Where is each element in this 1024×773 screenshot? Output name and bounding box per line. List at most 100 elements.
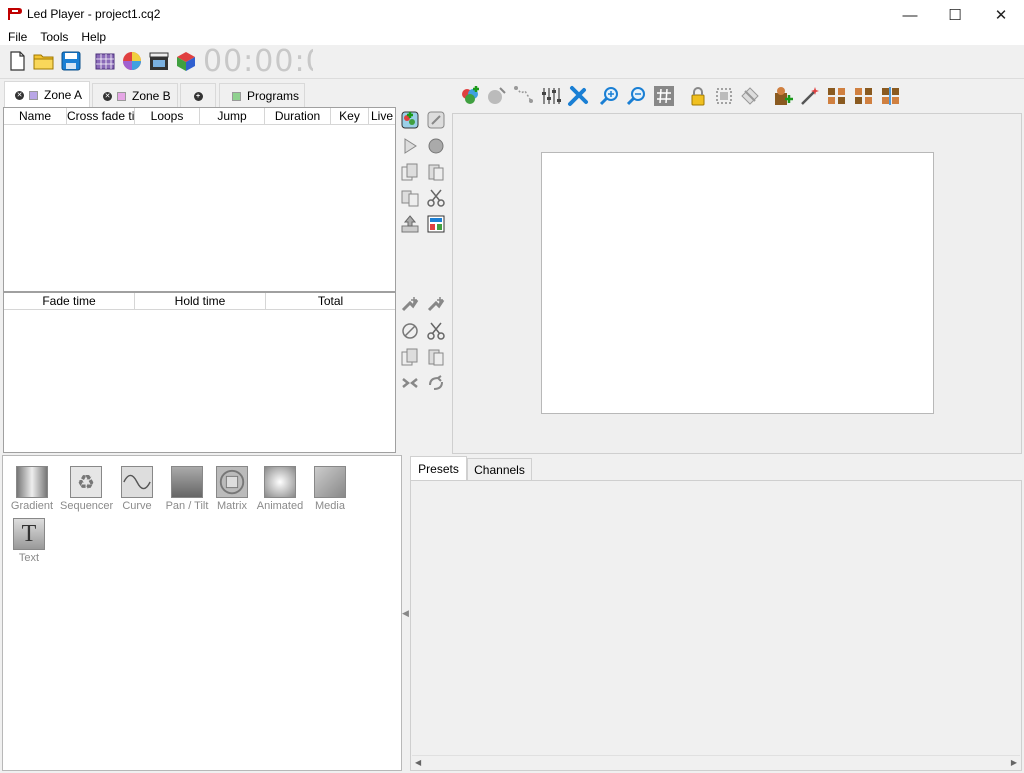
column-header[interactable]: Name <box>4 108 67 124</box>
tab-presets[interactable]: Presets <box>410 456 467 481</box>
effect-text[interactable]: T Text <box>3 518 55 564</box>
tab-label: Zone A <box>44 88 83 102</box>
close-button[interactable]: ✕ <box>978 0 1024 30</box>
column-header[interactable]: Total <box>266 293 395 309</box>
copy-step-icon[interactable] <box>400 347 420 367</box>
new-file-icon[interactable] <box>6 50 28 72</box>
effect-gradient[interactable]: Gradient <box>6 466 58 512</box>
column-header[interactable]: Duration <box>265 108 331 124</box>
preview-canvas[interactable] <box>541 152 934 414</box>
clapperboard-icon[interactable] <box>148 50 170 72</box>
remove-step-icon[interactable] <box>400 321 420 341</box>
plus-icon: + <box>193 91 203 101</box>
text-icon: T <box>13 518 45 550</box>
magic-wand-icon[interactable] <box>799 85 821 107</box>
scroll-left-icon[interactable]: ◀ <box>415 758 421 767</box>
wiring-icon[interactable] <box>513 85 535 107</box>
splitter-handle[interactable]: ◀ <box>402 608 409 618</box>
record-icon[interactable] <box>426 136 446 156</box>
zoom-out-icon[interactable] <box>625 85 647 107</box>
cut-icon[interactable] <box>426 188 446 208</box>
reverse-step-icon[interactable] <box>426 373 446 393</box>
zone-color-swatch <box>117 91 126 101</box>
effect-label: Curve <box>122 500 152 512</box>
column-header[interactable]: Fade time <box>4 293 135 309</box>
add-step-icon[interactable] <box>400 295 420 315</box>
maximize-button[interactable]: ☐ <box>932 0 978 30</box>
column-header[interactable]: Cross fade tim <box>67 108 135 124</box>
tab-close-icon[interactable]: ✕ <box>103 91 112 101</box>
open-folder-icon[interactable] <box>33 50 55 72</box>
play-icon[interactable] <box>400 136 420 156</box>
cut-step-icon[interactable] <box>426 321 446 341</box>
tab-channels[interactable]: Channels <box>467 458 532 480</box>
tab-close-icon[interactable]: ✕ <box>15 90 24 100</box>
effect-animated[interactable]: Animated <box>254 466 306 512</box>
presets-content[interactable] <box>410 480 1022 771</box>
add-fixture-icon[interactable] <box>459 85 481 107</box>
column-header[interactable]: Key <box>331 108 369 124</box>
menu-help[interactable]: Help <box>73 30 111 45</box>
side-actions <box>396 107 452 453</box>
effect-sequencer[interactable]: ♻ Sequencer <box>60 466 113 512</box>
group-icon-2[interactable] <box>853 85 875 107</box>
layout-icon[interactable] <box>426 214 446 234</box>
tab-zone-b[interactable]: ✕ Zone B <box>92 83 178 108</box>
duplicate-icon[interactable] <box>400 188 420 208</box>
edit-sequence-icon[interactable] <box>426 110 446 130</box>
zone-pane: ✕ Zone A ✕ Zone B + Programs Name Cross … <box>0 81 452 453</box>
horizontal-scrollbar[interactable]: ◀ ▶ <box>412 755 1020 770</box>
insert-step-icon[interactable] <box>426 295 446 315</box>
effect-label: Media <box>315 500 345 512</box>
zoom-in-icon[interactable] <box>598 85 620 107</box>
grid-3d-icon[interactable] <box>94 50 116 72</box>
column-header[interactable]: Loops <box>135 108 200 124</box>
grid-icon[interactable] <box>653 85 675 107</box>
effect-media[interactable]: Media <box>304 466 356 512</box>
mixer-icon[interactable] <box>540 85 562 107</box>
color-cube-icon[interactable] <box>175 50 197 72</box>
column-header[interactable]: Jump <box>200 108 265 124</box>
move-step-icon[interactable] <box>400 373 420 393</box>
effect-matrix[interactable]: Matrix <box>206 466 258 512</box>
tab-zone-a[interactable]: ✕ Zone A <box>4 81 90 108</box>
window-title: Led Player - project1.cq2 <box>27 7 161 21</box>
scroll-right-icon[interactable]: ▶ <box>1011 758 1017 767</box>
group-icon-3[interactable] <box>880 85 902 107</box>
add-sequence-icon[interactable] <box>400 110 420 130</box>
color-wheel-icon[interactable] <box>121 50 143 72</box>
effect-label: Text <box>18 552 40 564</box>
playlist-table[interactable]: Name Cross fade tim Loops Jump Duration … <box>3 107 396 292</box>
column-header[interactable]: Live <box>369 108 395 124</box>
group-icon-1[interactable] <box>826 85 848 107</box>
tools-icon[interactable] <box>566 84 590 108</box>
menu-tools[interactable]: Tools <box>32 30 73 45</box>
zone-color-swatch <box>29 90 38 100</box>
effect-label: Matrix <box>217 500 247 512</box>
animated-icon <box>264 466 296 498</box>
effects-panel: Gradient ♻ Sequencer Curve Pan / Tilt Ma… <box>2 455 402 771</box>
playlist-header: Name Cross fade tim Loops Jump Duration … <box>4 108 395 125</box>
export-icon[interactable] <box>400 214 420 234</box>
paste-icon[interactable] <box>426 162 446 182</box>
steps-table[interactable]: Fade time Hold time Total <box>3 292 396 453</box>
add-zone-tab[interactable]: + <box>180 83 216 108</box>
recycle-icon: ♻ <box>70 466 102 498</box>
effect-curve[interactable]: Curve <box>111 466 163 512</box>
add-user-icon[interactable] <box>772 85 794 107</box>
minimize-button[interactable]: — <box>887 0 933 30</box>
copy-icon[interactable] <box>400 162 420 182</box>
tab-programs[interactable]: Programs <box>219 83 305 108</box>
lock-icon[interactable] <box>687 85 709 107</box>
fixture-settings-icon[interactable] <box>486 85 508 107</box>
menu-bar: File Tools Help <box>0 30 1024 45</box>
menu-file[interactable]: File <box>0 30 32 45</box>
save-icon[interactable] <box>60 50 82 72</box>
paste-step-icon[interactable] <box>426 347 446 367</box>
effect-label: Animated <box>256 500 304 512</box>
media-icon <box>314 466 346 498</box>
column-header[interactable]: Hold time <box>135 293 266 309</box>
disconnect-icon[interactable] <box>739 85 761 107</box>
title-bar: Led Player - project1.cq2 — ☐ ✕ <box>0 0 1024 30</box>
align-icon[interactable] <box>713 85 735 107</box>
